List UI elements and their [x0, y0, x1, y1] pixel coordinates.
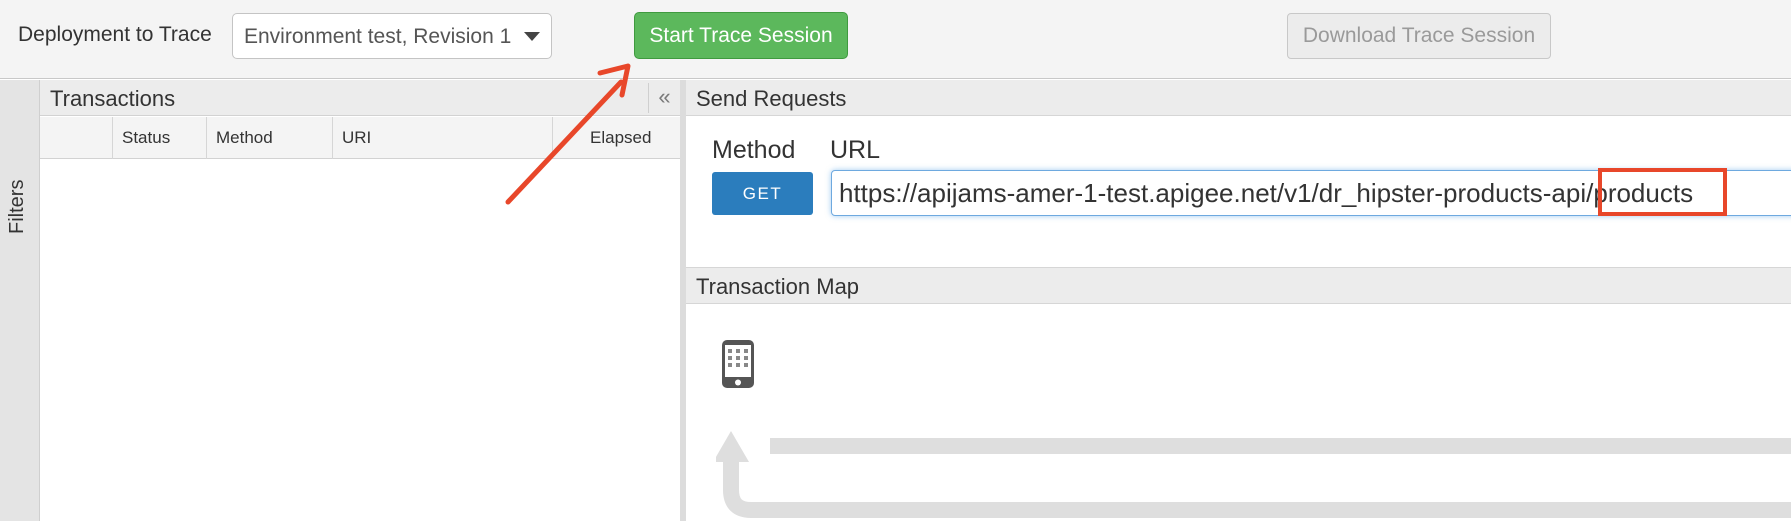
url-label: URL [830, 136, 881, 164]
products-path-highlight [1598, 168, 1727, 216]
transactions-title: Transactions [50, 86, 176, 111]
column-header-status[interactable]: Status [113, 117, 207, 159]
send-requests-header: Send Requests [686, 80, 1791, 116]
top-toolbar: Deployment to Trace Environment test, Re… [0, 0, 1791, 79]
response-arrow-head [716, 431, 749, 462]
transaction-map-title: Transaction Map [696, 274, 860, 299]
start-trace-session-button[interactable]: Start Trace Session [634, 12, 848, 59]
transactions-header: Transactions « [40, 80, 680, 116]
deployment-select-value: Environment test, Revision 1 [244, 25, 512, 48]
filters-label: Filters [6, 179, 28, 234]
right-panel: Send Requests Method URL GET https://api… [686, 80, 1791, 521]
transaction-flow-diagram [716, 431, 1791, 518]
response-flow-line [723, 455, 1791, 518]
double-chevron-left-icon: « [658, 84, 671, 109]
method-label: Method [712, 136, 796, 164]
column-header-blank [40, 117, 113, 159]
column-header-elapsed[interactable]: Elapsed [553, 117, 680, 159]
column-header-uri[interactable]: URI [333, 117, 553, 159]
url-input-value: https://apijams-amer-1-test.apigee.net/v… [839, 178, 1694, 208]
collapse-panel-button[interactable]: « [648, 83, 680, 113]
column-header-method[interactable]: Method [207, 117, 333, 159]
send-requests-title: Send Requests [696, 86, 847, 111]
transaction-map-header: Transaction Map [686, 267, 1791, 304]
transactions-panel: Transactions « Status Method URI Elapsed [40, 80, 680, 521]
deployment-select[interactable]: Environment test, Revision 1 [232, 13, 552, 59]
filters-sidebar-toggle[interactable]: Filters [0, 80, 40, 521]
request-flow-line [770, 438, 1791, 454]
deployment-to-trace-label: Deployment to Trace [18, 23, 212, 46]
transactions-table-header: Status Method URI Elapsed [40, 117, 680, 159]
caret-down-icon [524, 32, 540, 41]
download-trace-session-button[interactable]: Download Trace Session [1287, 13, 1551, 59]
method-get-button[interactable]: GET [712, 172, 813, 215]
